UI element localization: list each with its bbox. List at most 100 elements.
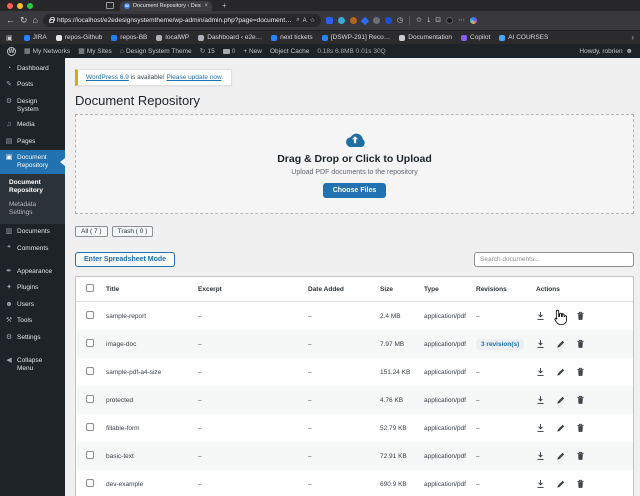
bookmark-star-icon[interactable]: ☆ <box>310 17 315 24</box>
sidebar-item[interactable]: ✎ Posts <box>0 77 65 93</box>
cell-revisions[interactable]: – <box>476 481 480 488</box>
cell-revisions[interactable]: – <box>476 397 480 404</box>
update-now-link[interactable]: Please update now <box>166 74 221 81</box>
extension-icon-gray[interactable] <box>372 17 380 24</box>
extensions-puzzle-icon[interactable]: ✩ <box>416 17 422 24</box>
row-checkbox[interactable] <box>86 479 94 487</box>
bookmark-item[interactable]: next tickets <box>271 34 313 41</box>
extension-icon-orange[interactable] <box>349 17 357 24</box>
delete-icon[interactable] <box>576 339 585 349</box>
sidebar-submenu-item[interactable]: Metadata Settings <box>0 198 65 220</box>
sidebar-item[interactable]: ❝ Comments <box>0 241 65 257</box>
sidebar-item[interactable]: ✦ Plugins <box>0 280 65 296</box>
column-header-size[interactable]: Size <box>376 286 420 293</box>
row-checkbox[interactable] <box>86 451 94 459</box>
bookmark-item[interactable]: Copilot <box>461 34 490 41</box>
sidebar-item[interactable]: ⚙ Design System <box>0 94 65 118</box>
sidebar-item[interactable]: ☻ Users <box>0 297 65 313</box>
browser-essentials-icon[interactable]: ⊡ <box>435 17 441 24</box>
column-header-date-added[interactable]: Date Added <box>304 286 376 293</box>
download-icon[interactable] <box>536 423 545 433</box>
extension-icon-diamond[interactable] <box>337 17 345 24</box>
sidebar-item[interactable]: ▤ Pages <box>0 134 65 150</box>
edit-icon[interactable] <box>556 423 565 433</box>
delete-icon[interactable] <box>576 311 585 321</box>
profile-avatar[interactable] <box>446 17 454 24</box>
select-all-checkbox[interactable] <box>86 284 94 292</box>
extension-icon-pen[interactable] <box>360 16 370 25</box>
updates-link[interactable]: ↻ 15 <box>200 47 215 56</box>
account-menu[interactable]: Howdy, robrien ☻ <box>579 48 633 55</box>
sidebar-item[interactable]: ⚙ Settings <box>0 330 65 346</box>
downloads-icon[interactable]: ⭣ <box>427 17 430 24</box>
object-cache-link[interactable]: Object Cache <box>270 48 309 55</box>
bookmark-item[interactable]: repos-Github <box>55 34 102 41</box>
edit-icon[interactable] <box>556 395 565 405</box>
bookmark-item[interactable]: Documentation <box>399 34 452 41</box>
row-checkbox[interactable] <box>86 311 94 319</box>
zoom-icon[interactable]: ⌕ <box>296 17 299 24</box>
maximize-window-button[interactable] <box>27 3 33 9</box>
home-icon[interactable]: ⌂ <box>33 16 38 25</box>
choose-files-button[interactable]: Choose Files <box>322 182 387 198</box>
filter-button[interactable]: All ( 7 ) <box>75 226 108 237</box>
extension-icon-blue-v[interactable] <box>384 17 392 24</box>
minimize-window-button[interactable] <box>17 3 23 9</box>
bookmarks-overflow-icon[interactable]: › <box>631 33 634 42</box>
cell-revisions[interactable]: – <box>476 453 480 460</box>
sidebar-item[interactable]: ◔ Dashboard <box>0 61 65 77</box>
macos-window-controls[interactable] <box>0 3 40 11</box>
download-icon[interactable] <box>536 339 545 349</box>
edit-icon[interactable] <box>556 311 565 321</box>
password-manager-extension-icon[interactable] <box>325 17 333 24</box>
column-header-type[interactable]: Type <box>420 286 472 293</box>
bookmark-item[interactable]: [DSWP-291] Reco… <box>321 34 390 41</box>
bookmark-item[interactable]: localWP <box>156 34 189 41</box>
bookmark-item[interactable]: JIRA <box>23 34 47 41</box>
new-tab-button[interactable]: + <box>222 1 227 10</box>
my-sites-link[interactable]: ▦ My Sites <box>78 47 112 56</box>
sidebar-item[interactable]: ✒ Appearance <box>0 264 65 280</box>
cell-revisions[interactable]: – <box>476 425 480 432</box>
sidebar-item[interactable]: ♫ Media <box>0 117 65 133</box>
wordpress-version-link[interactable]: WordPress 6.9 <box>86 74 129 81</box>
download-icon[interactable] <box>536 311 545 321</box>
edit-icon[interactable] <box>556 479 565 489</box>
column-header-excerpt[interactable]: Excerpt <box>194 286 304 293</box>
tab-workspaces-icon[interactable] <box>106 2 114 9</box>
spreadsheet-mode-button[interactable]: Enter Spreadsheet Mode <box>75 252 176 267</box>
upload-dropzone[interactable]: Drag & Drop or Click to Upload Upload PD… <box>75 114 634 214</box>
cell-revisions[interactable]: – <box>476 369 480 376</box>
cell-revisions[interactable]: 3 revision(s) <box>476 338 525 350</box>
sidebar-item-collapse-menu[interactable]: ◀ Collapse Menu <box>0 353 65 377</box>
filter-button[interactable]: Trash ( 0 ) <box>111 226 154 237</box>
delete-icon[interactable] <box>576 451 585 461</box>
back-icon[interactable]: ← <box>6 16 15 25</box>
bookmark-item[interactable]: Dashboard ‹ e2e… <box>198 34 262 41</box>
close-window-button[interactable] <box>7 3 13 9</box>
settings-menu-icon[interactable]: ⋯ <box>458 17 465 24</box>
comments-link[interactable]: 0 <box>222 48 235 55</box>
edit-icon[interactable] <box>556 339 565 349</box>
column-header-revisions[interactable]: Revisions <box>472 286 532 293</box>
delete-icon[interactable] <box>576 479 585 489</box>
edit-icon[interactable] <box>556 451 565 461</box>
site-name-link[interactable]: ⌂ Design System Theme <box>120 48 192 55</box>
sidebar-submenu-item[interactable]: Document Repository <box>0 176 65 198</box>
active-browser-tab[interactable]: W Document Repository ‹ Desig… × <box>120 1 212 11</box>
row-checkbox[interactable] <box>86 395 94 403</box>
bookmark-item[interactable]: repos-BB <box>111 34 147 41</box>
read-aloud-icon[interactable]: A <box>303 18 307 24</box>
column-header-title[interactable]: Title <box>102 286 194 293</box>
delete-icon[interactable] <box>576 423 585 433</box>
my-networks-link[interactable]: ▦ My Networks <box>24 47 70 56</box>
new-content-link[interactable]: + New <box>243 48 262 55</box>
sidebar-item[interactable]: ▥ Documents <box>0 224 65 240</box>
address-bar[interactable]: https://localhost/e2edesignsystemtheme/w… <box>42 14 321 27</box>
bookmarks-panel-icon[interactable]: ▣ <box>6 34 13 42</box>
search-input[interactable] <box>474 252 634 267</box>
cell-revisions[interactable]: – <box>476 313 480 320</box>
tab-close-icon[interactable]: × <box>204 3 208 9</box>
refresh-icon[interactable]: ↻ <box>20 16 28 25</box>
sidebar-item[interactable]: ⚒ Tools <box>0 313 65 329</box>
